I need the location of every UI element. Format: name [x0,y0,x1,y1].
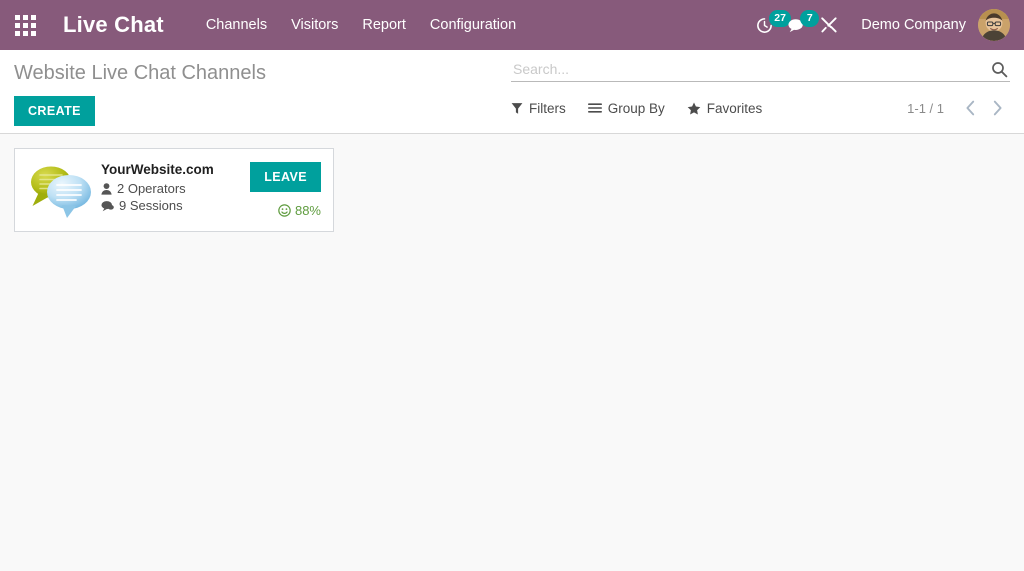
star-icon [687,102,701,115]
card-operators-stat: 2 Operators [101,181,244,196]
pager-previous-button[interactable] [958,98,983,118]
create-button[interactable]: CREATE [14,96,95,126]
card-title: YourWebsite.com [101,162,214,177]
navbar-systray: 27 7 Demo Company [749,0,1010,50]
control-panel-left: Website Live Chat Channels CREATE [14,50,266,126]
card-actions: LEAVE 88% [250,161,321,218]
filters-label: Filters [529,100,566,116]
card-rating-label: 88% [294,203,321,218]
search-input[interactable] [511,61,987,81]
top-navbar: Live Chat Channels Visitors Report Confi… [0,0,1024,50]
card-sessions-label: 9 Sessions [119,198,183,213]
search-bar[interactable] [511,50,1010,82]
company-name[interactable]: Demo Company [845,0,976,50]
apps-grid-icon[interactable] [8,8,42,42]
main-menu: Channels Visitors Report Configuration [194,0,528,50]
card-body: YourWebsite.com 2 Operators 9 Sessions [101,161,244,215]
filters-button[interactable]: Filters [511,101,566,116]
leave-button[interactable]: LEAVE [250,162,321,192]
page-title: Website Live Chat Channels [14,62,266,84]
smiley-face-icon [278,204,291,217]
card-sessions-stat: 9 Sessions [101,198,244,213]
card-rating: 88% [278,203,321,218]
user-icon [101,182,112,195]
filter-funnel-icon [511,102,523,115]
chat-bubbles-image [25,161,97,221]
pager-next-button[interactable] [985,98,1010,118]
pager-count: 1-1 / 1 [907,100,944,116]
filter-row: Filters Group By Favorites 1-1 / 1 [511,88,1010,128]
group-by-label: Group By [607,100,665,116]
control-panel: Website Live Chat Channels CREATE Filter… [0,50,1024,134]
messaging-menu-button[interactable]: 7 [780,0,820,50]
favorites-label: Favorites [706,100,763,116]
menu-item-configuration[interactable]: Configuration [418,0,528,50]
pager: 1-1 / 1 [907,98,1010,118]
group-by-button[interactable]: Group By [587,100,665,116]
card-operators-label: 2 Operators [117,181,186,196]
search-icon[interactable] [987,61,1010,81]
kanban-content-area: YourWebsite.com 2 Operators 9 Sessions L… [0,134,1024,571]
list-lines-icon [587,102,602,114]
comments-icon [101,200,114,212]
app-brand-title[interactable]: Live Chat [63,12,164,38]
activity-menu-button[interactable]: 27 [749,0,791,50]
control-panel-right: Filters Group By Favorites [511,50,1010,128]
menu-item-report[interactable]: Report [350,0,418,50]
avatar[interactable] [978,9,1010,41]
tools-wrench-icon[interactable] [813,0,845,50]
menu-item-visitors[interactable]: Visitors [279,0,350,50]
kanban-card[interactable]: YourWebsite.com 2 Operators 9 Sessions L… [14,148,334,232]
favorites-button[interactable]: Favorites [687,100,763,116]
menu-item-channels[interactable]: Channels [194,0,279,50]
